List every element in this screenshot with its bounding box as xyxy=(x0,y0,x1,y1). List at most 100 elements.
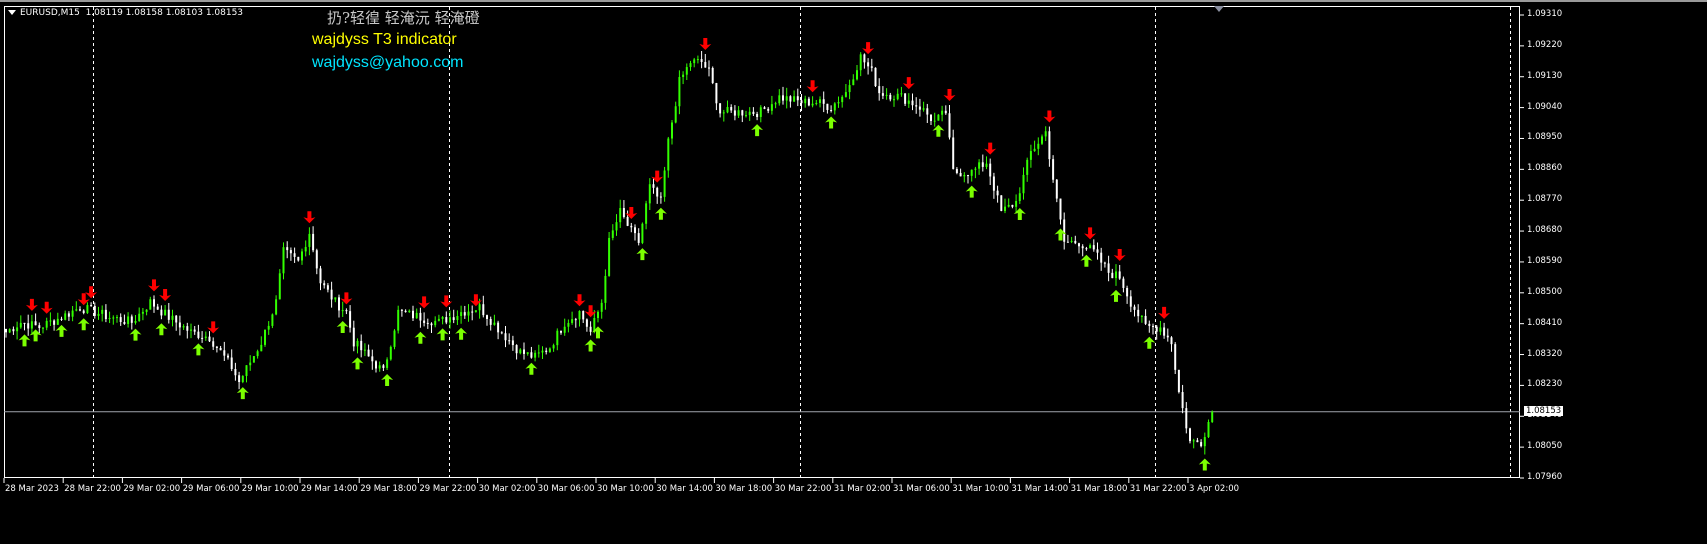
time-tick-label: 30 Mar 06:00 xyxy=(537,484,595,494)
candle-body xyxy=(933,120,936,122)
candle xyxy=(160,305,163,320)
candle xyxy=(30,314,33,334)
buy-arrow-icon xyxy=(1198,458,1211,471)
candle-body xyxy=(441,317,444,319)
candle xyxy=(874,67,877,87)
candle xyxy=(944,105,947,115)
candle xyxy=(534,350,537,362)
candle xyxy=(789,95,792,108)
candle-body xyxy=(412,310,414,319)
candle-body xyxy=(241,375,244,383)
candle-body xyxy=(153,299,155,307)
candle-body xyxy=(1211,411,1214,423)
price-tick-label: 1.08680 xyxy=(1527,225,1563,236)
dropdown-triangle-icon[interactable] xyxy=(8,10,16,15)
candle xyxy=(896,88,899,101)
candle xyxy=(930,114,932,125)
candle xyxy=(175,314,178,331)
candle-body xyxy=(1203,437,1206,447)
candle xyxy=(482,295,485,318)
candle xyxy=(645,200,648,230)
candle-body xyxy=(1181,392,1184,409)
candle-body xyxy=(1048,131,1051,160)
candle-body xyxy=(182,326,185,328)
candle xyxy=(330,281,333,308)
time-tick-label: 29 Mar 02:00 xyxy=(123,484,181,494)
chart-window[interactable]: EURUSD,M15 1.08119 1.08158 1.08103 1.081… xyxy=(0,0,1707,544)
candle-body xyxy=(804,98,807,104)
candle xyxy=(693,57,696,68)
candle-body xyxy=(870,66,873,68)
candle xyxy=(970,169,973,182)
candle xyxy=(767,107,770,114)
candle-body xyxy=(212,341,215,347)
candle xyxy=(264,329,266,347)
candle-body xyxy=(856,70,858,80)
candle xyxy=(641,222,644,245)
candle xyxy=(275,295,278,316)
candle-body xyxy=(645,203,648,224)
candle xyxy=(933,112,936,127)
candle xyxy=(1203,432,1206,455)
candle-body xyxy=(500,332,503,334)
candle-body xyxy=(238,375,241,383)
candle xyxy=(1159,320,1162,336)
candle-body xyxy=(1100,252,1103,263)
candle xyxy=(737,106,740,119)
shift-marker-icon[interactable] xyxy=(1214,6,1224,12)
candle xyxy=(282,242,285,280)
candle-body xyxy=(985,163,988,167)
candle xyxy=(719,103,722,118)
candle xyxy=(1122,276,1125,293)
candle xyxy=(301,248,303,265)
candle-body xyxy=(371,356,374,362)
candle-body xyxy=(215,346,218,349)
candle-body xyxy=(637,233,640,243)
candle-body xyxy=(763,107,766,109)
candle xyxy=(1037,137,1040,156)
candle-body xyxy=(227,355,229,358)
candle xyxy=(941,105,944,122)
candle xyxy=(1207,419,1210,438)
candle-body xyxy=(881,93,884,96)
candle xyxy=(1096,242,1099,260)
candle-body xyxy=(889,94,892,100)
candle xyxy=(608,231,611,277)
candle xyxy=(212,337,215,350)
candle-body xyxy=(456,315,459,321)
candle-body xyxy=(844,92,847,97)
price-tick-label: 1.08050 xyxy=(1527,441,1563,452)
candle xyxy=(393,329,396,350)
candle-body xyxy=(1155,326,1158,332)
candle xyxy=(708,60,710,77)
candle-body xyxy=(30,321,33,329)
candle xyxy=(1081,244,1084,257)
candle xyxy=(375,360,377,373)
candle xyxy=(552,343,555,352)
candle xyxy=(360,334,363,358)
candle xyxy=(82,309,85,315)
candle-body xyxy=(167,309,170,320)
candle xyxy=(622,200,625,219)
candle-body xyxy=(659,196,662,198)
candle-body xyxy=(297,256,300,261)
candle xyxy=(841,95,844,108)
current-price-label: 1.08153 xyxy=(1524,406,1564,416)
candle-body xyxy=(1055,179,1058,199)
candle-body xyxy=(86,305,89,314)
candle-body xyxy=(811,103,814,106)
candle-body xyxy=(911,100,914,106)
candle xyxy=(671,119,673,145)
candle xyxy=(60,316,63,321)
time-tick-label: 31 Mar 02:00 xyxy=(833,484,891,494)
candle xyxy=(793,90,796,103)
candle xyxy=(1089,243,1092,249)
candle xyxy=(1015,194,1018,214)
candle-body xyxy=(271,314,274,326)
time-tick-label: 29 Mar 22:00 xyxy=(419,484,477,494)
buy-arrow-icon xyxy=(381,374,394,387)
candle xyxy=(556,328,559,351)
candle xyxy=(1196,437,1199,443)
candle-body xyxy=(452,317,455,321)
price-tick-label: 1.09130 xyxy=(1527,70,1563,81)
